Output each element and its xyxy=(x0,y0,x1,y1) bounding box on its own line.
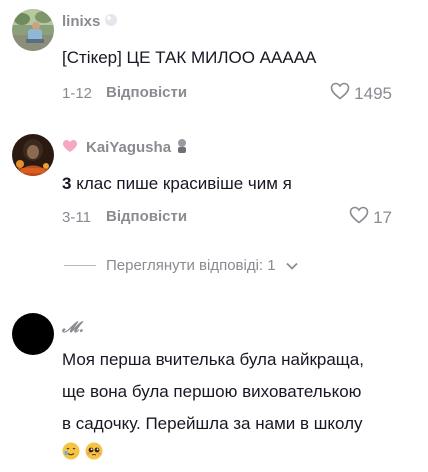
comment-text-rest: клас пише красивіше чим я xyxy=(71,174,292,193)
comment-text-line: ще вона була першою вихователькою xyxy=(62,382,362,401)
avatar[interactable] xyxy=(12,134,54,176)
divider xyxy=(64,265,96,266)
smiling-face-with-tear-emoji xyxy=(62,442,80,465)
reply-button[interactable]: Відповісти xyxy=(106,208,187,225)
view-replies-button[interactable]: Переглянути відповіді: 1 xyxy=(64,257,298,274)
pearl-icon xyxy=(104,13,118,31)
pleading-face-emoji xyxy=(85,442,103,465)
comment-text: [Стікер] ЦЕ ТАК МИЛОО ААААА xyxy=(62,48,317,67)
heart-icon xyxy=(330,82,350,105)
comment-text: 3 клас пише красивіше чим я xyxy=(62,170,292,198)
reply-button[interactable]: Відповісти xyxy=(106,84,187,101)
username[interactable]: KaiYagusha xyxy=(62,138,189,158)
comment-date: 3-11 xyxy=(62,209,91,226)
heart-icon xyxy=(349,206,369,229)
avatar[interactable] xyxy=(12,9,54,51)
comment-text-line: Моя перша вчителька була найкраща, xyxy=(62,350,364,369)
chevron-down-icon xyxy=(286,257,298,274)
like-button[interactable]: 17 xyxy=(349,206,392,229)
doll-icon xyxy=(175,138,189,158)
comment-date: 1-12 xyxy=(62,85,93,102)
like-button[interactable]: 1495 xyxy=(330,82,392,105)
like-count: 17 xyxy=(373,207,392,227)
like-count: 1495 xyxy=(354,83,392,103)
emoji-row xyxy=(62,442,103,465)
pink-heart-icon xyxy=(62,139,78,157)
avatar[interactable] xyxy=(12,313,54,355)
username[interactable]: 𝓜. xyxy=(62,318,84,336)
view-replies-label: Переглянути відповіді: 1 xyxy=(106,257,276,274)
username[interactable]: linixs xyxy=(62,13,118,31)
comment-text-line: в садочку. Перейшла за нами в школу xyxy=(62,414,363,433)
